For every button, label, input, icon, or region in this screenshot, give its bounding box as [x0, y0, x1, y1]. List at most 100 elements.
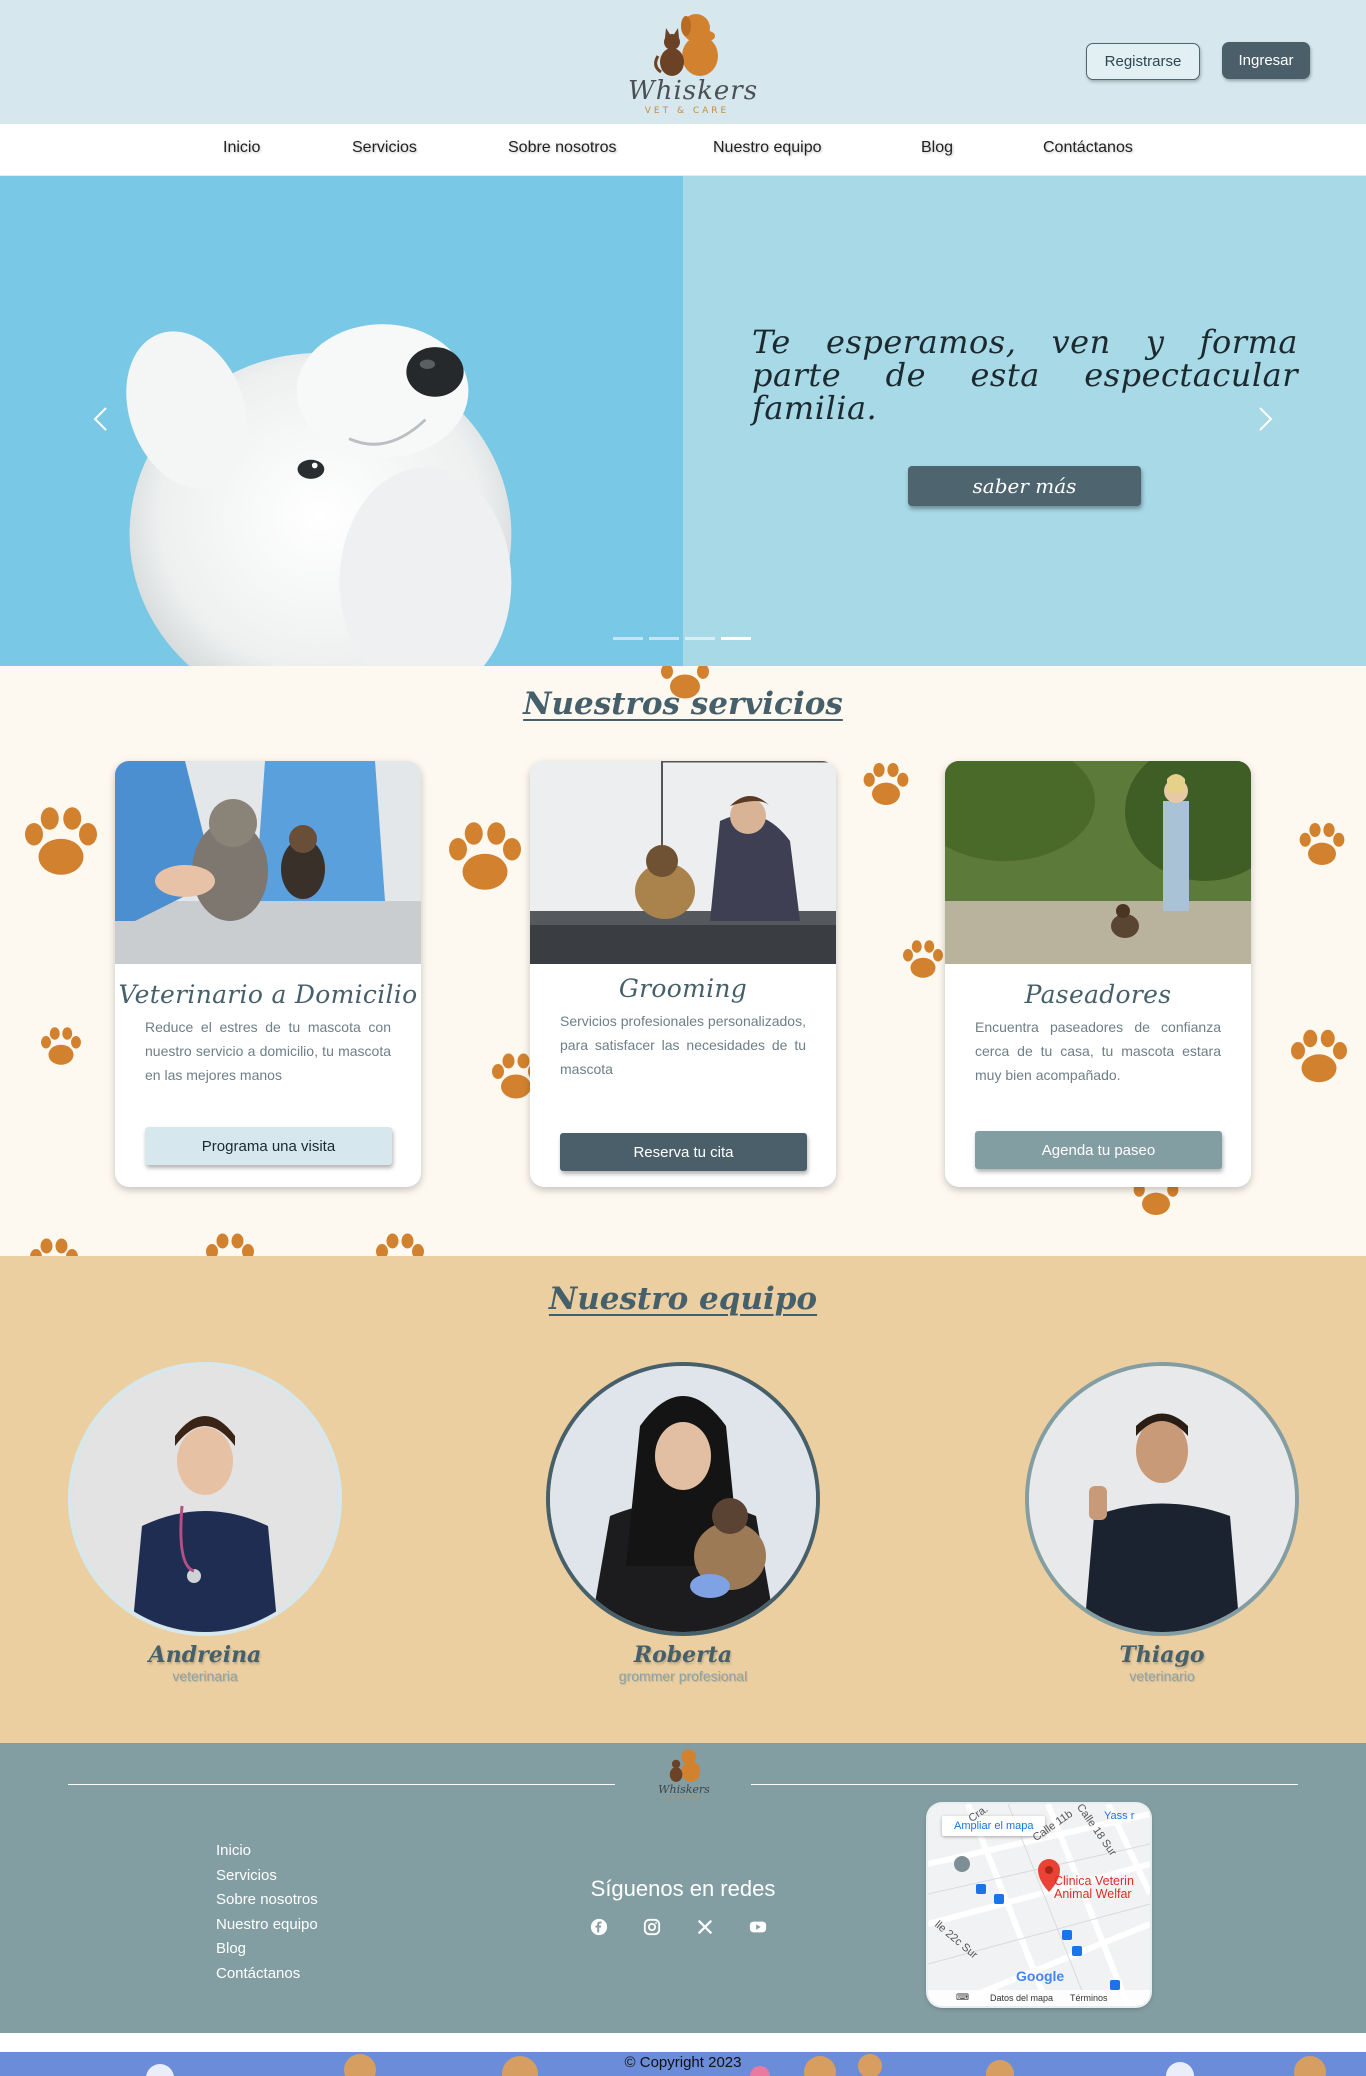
carousel-indicator-active[interactable]	[721, 637, 751, 640]
schedule-walk-button[interactable]: Agenda tu paseo	[975, 1131, 1222, 1169]
nav-item-contactanos[interactable]: Contáctanos	[1043, 139, 1133, 157]
main-nav: Inicio Servicios Sobre nosotros Nuestro …	[0, 124, 1366, 176]
nav-item-sobre-nosotros[interactable]: Sobre nosotros	[508, 139, 617, 157]
schedule-visit-button[interactable]: Programa una visita	[145, 1127, 392, 1165]
nav-item-inicio[interactable]: Inicio	[223, 139, 260, 157]
google-logo-text: Google	[1016, 1968, 1065, 1984]
footer-divider	[68, 1784, 615, 1785]
service-card-walkers: Paseadores Encuentra paseadores de confi…	[945, 761, 1251, 1187]
paw-print-icon	[376, 1233, 424, 1256]
paw-print-icon	[863, 763, 909, 805]
footer-link-nuestro-equipo[interactable]: Nuestro equipo	[216, 1913, 318, 1938]
avatar	[1025, 1362, 1299, 1636]
nav-item-servicios[interactable]: Servicios	[352, 139, 417, 157]
pets-logo-icon	[669, 1749, 701, 1782]
logo-tagline: VET & CARE	[644, 106, 730, 116]
team-member-role: grommer profesional	[618, 1668, 748, 1684]
carousel-indicators	[613, 637, 751, 640]
site-footer: Whiskers VET & CARE Inicio Servicios Sob…	[0, 1743, 1366, 2033]
footer-link-servicios[interactable]: Servicios	[216, 1864, 318, 1889]
hero-headline: Te esperamos, ven y forma parte de esta …	[752, 323, 1298, 427]
carousel-prev-icon[interactable]	[86, 404, 116, 434]
footer-links: Inicio Servicios Sobre nosotros Nuestro …	[216, 1839, 318, 1987]
login-button[interactable]: Ingresar	[1222, 42, 1310, 79]
map-place-line: Clinica Veterin	[1054, 1874, 1134, 1888]
carousel-indicator[interactable]	[649, 637, 679, 640]
pets-logo-icon	[654, 14, 718, 76]
team-member-card: Thiago veterinario	[1025, 1362, 1299, 1684]
paw-print-icon	[1291, 1029, 1347, 1083]
dog-walker-photo	[945, 761, 1251, 964]
instagram-icon[interactable]	[643, 1918, 661, 1936]
follow-us-heading: Síguenos en redes	[590, 1876, 776, 1901]
paw-print-icon	[30, 1238, 78, 1256]
paw-print-icon	[41, 1027, 81, 1065]
logo-wordmark: Whiskers	[628, 76, 759, 106]
footer-link-contactanos[interactable]: Contáctanos	[216, 1962, 318, 1987]
paw-print-icon	[206, 1233, 254, 1256]
map-street-label: Yass r	[1104, 1810, 1135, 1822]
book-appointment-button[interactable]: Reserva tu cita	[560, 1133, 807, 1171]
google-logo: Google	[1016, 1968, 1064, 1984]
footer-logo-wordmark: Whiskers	[658, 1783, 710, 1796]
map-place-label: Clinica Veterin Animal Welfar	[1054, 1875, 1134, 1901]
service-card-grooming: Grooming Servicios profesionales persona…	[530, 761, 836, 1187]
service-card-description: Encuentra paseadores de confianza cerca …	[975, 1019, 1221, 1083]
footer-logo[interactable]: Whiskers VET & CARE	[652, 1745, 716, 1801]
nav-item-blog[interactable]: Blog	[921, 139, 953, 157]
copyright-bar: © Copyright 2023	[0, 2052, 1366, 2076]
nav-item-nuestro-equipo[interactable]: Nuestro equipo	[713, 139, 822, 157]
keyboard-icon[interactable]: ⌨	[956, 1992, 969, 2003]
team-member-card: Roberta grommer profesional	[546, 1362, 820, 1684]
team-member-card: Andreina veterinaria	[68, 1362, 342, 1684]
footer-spacer	[0, 2033, 1366, 2052]
map-terms-link[interactable]: Términos	[1070, 1993, 1108, 2003]
team-section: Nuestro equipo Andreina veterinaria Robe…	[0, 1256, 1366, 1743]
footer-logo-tagline: VET & CARE	[666, 1796, 702, 1801]
service-card-title: Paseadores	[1024, 980, 1172, 1009]
top-header: Whiskers VET & CARE Registrarse Ingresar	[0, 0, 1366, 124]
register-button[interactable]: Registrarse	[1086, 43, 1200, 80]
vet-exam-photo	[115, 761, 421, 964]
brand-logo[interactable]: Whiskers VET & CARE	[628, 6, 759, 116]
social-links	[590, 1918, 767, 1936]
footer-link-blog[interactable]: Blog	[216, 1937, 318, 1962]
paw-print-icon	[1299, 823, 1345, 865]
youtube-icon[interactable]	[749, 1918, 767, 1936]
paw-print-icon	[25, 807, 97, 875]
map-data-link[interactable]: Datos del mapa	[990, 1993, 1053, 2003]
services-section: Nuestros servicios Veterinario a Domicil…	[0, 666, 1366, 1256]
service-card-home-vet: Veterinario a Domicilio Reduce el estres…	[115, 761, 421, 1187]
team-title: Nuestro equipo	[548, 1281, 818, 1317]
footer-link-sobre-nosotros[interactable]: Sobre nosotros	[216, 1888, 318, 1913]
map-place-line: Animal Welfar	[1054, 1887, 1132, 1901]
grooming-photo	[530, 761, 836, 964]
paw-print-icon	[449, 822, 521, 890]
avatar	[546, 1362, 820, 1636]
team-member-name: Andreina	[148, 1642, 262, 1668]
team-member-role: veterinario	[1129, 1668, 1195, 1684]
carousel-indicator[interactable]	[685, 637, 715, 640]
carousel-next-icon[interactable]	[1250, 404, 1280, 434]
learn-more-button[interactable]: saber más	[908, 466, 1141, 506]
team-member-name: Thiago	[1119, 1642, 1205, 1668]
service-card-description: Reduce el estres de tu mascota con nuest…	[145, 1019, 391, 1083]
footer-divider	[751, 1784, 1298, 1785]
service-card-title: Veterinario a Domicilio	[118, 980, 418, 1009]
x-icon[interactable]	[696, 1918, 714, 1936]
team-member-role: veterinaria	[172, 1668, 238, 1684]
copyright-text: © Copyright 2023	[624, 2054, 742, 2071]
service-card-description: Servicios profesionales personalizados, …	[560, 1013, 806, 1077]
team-member-name: Roberta	[633, 1642, 733, 1668]
hero-carousel: Te esperamos, ven y forma parte de esta …	[0, 176, 1366, 666]
carousel-indicator[interactable]	[613, 637, 643, 640]
white-dog-illustration	[126, 324, 512, 666]
services-title: Nuestros servicios	[523, 686, 843, 722]
footer-link-inicio[interactable]: Inicio	[216, 1839, 318, 1864]
facebook-icon[interactable]	[590, 1918, 608, 1936]
service-card-title: Grooming	[618, 974, 748, 1003]
avatar	[68, 1362, 342, 1636]
map-footer: ⌨ Datos del mapa Términos	[928, 1990, 1150, 2006]
location-map[interactable]: Ampliar el mapa Yass r Calle 18 Sur Call…	[928, 1804, 1150, 2006]
paw-print-icon	[903, 940, 943, 978]
